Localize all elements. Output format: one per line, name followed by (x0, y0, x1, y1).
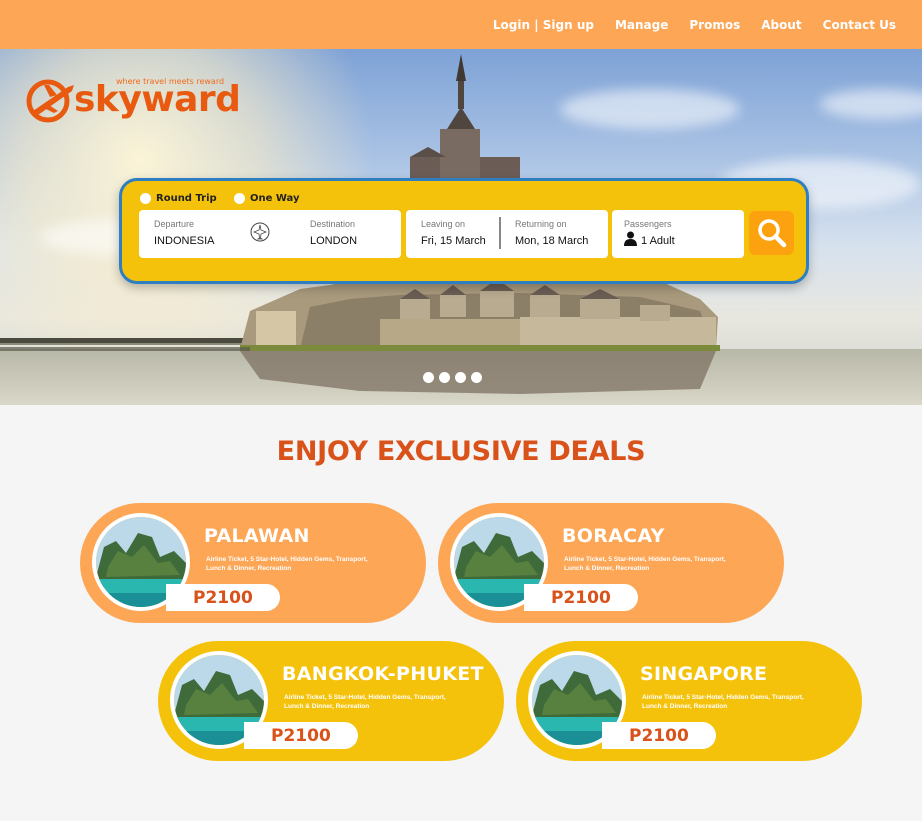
departure-label: Departure (154, 219, 195, 229)
flight-search-panel: Round Trip One Way Departure INDONESIA D… (119, 178, 809, 284)
date-divider (499, 217, 501, 249)
person-icon (624, 231, 637, 246)
deal-name: PALAWAN (204, 525, 310, 547)
deal-price: P2100 (244, 722, 358, 749)
deal-name: BORACAY (562, 525, 665, 547)
logo-wordmark: skyward (74, 79, 241, 120)
deal-name: BANGKOK-PHUKET (282, 663, 484, 685)
carousel-dot[interactable] (423, 372, 434, 383)
swap-plane-icon[interactable] (250, 222, 270, 242)
radio-dot (140, 193, 151, 204)
top-nav: Login | Sign up Manage Promos About Cont… (0, 0, 922, 49)
skyward-logo[interactable]: where travel meets reward skyward (24, 73, 254, 129)
radio-dot (234, 193, 245, 204)
deal-card-singapore[interactable]: SINGAPORE Airline Ticket, 5 Star-Hotel, … (516, 641, 862, 761)
destination-label: Destination (310, 219, 356, 229)
returning-on-input[interactable]: Mon, 18 March (515, 235, 588, 247)
search-icon (757, 219, 786, 248)
nav-login-signup[interactable]: Login | Sign up (493, 18, 594, 32)
passengers-field[interactable]: Passengers 1 Adult (612, 210, 744, 258)
passengers-input: 1 Adult (641, 235, 675, 247)
leaving-on-input[interactable]: Fri, 15 March (421, 235, 486, 247)
carousel-dot[interactable] (455, 372, 466, 383)
carousel-dot[interactable] (471, 372, 482, 383)
deal-description: Airline Ticket, 5 Star-Hotel, Hidden Gem… (564, 556, 726, 572)
deal-price: P2100 (524, 584, 638, 611)
route-field: Departure INDONESIA Destination LONDON (139, 210, 401, 258)
search-button[interactable] (749, 211, 794, 255)
deals-heading: ENJOY EXCLUSIVE DEALS (276, 436, 646, 467)
passengers-label: Passengers (624, 219, 672, 229)
nav-contact-us[interactable]: Contact Us (823, 18, 896, 32)
destination-input[interactable]: LONDON (310, 235, 357, 247)
one-way-radio[interactable]: One Way (234, 193, 300, 204)
round-trip-radio[interactable]: Round Trip (140, 193, 217, 204)
dates-field: Leaving on Fri, 15 March Returning on Mo… (406, 210, 608, 258)
deal-card-bangkok-phuket[interactable]: BANGKOK-PHUKET Airline Ticket, 5 Star-Ho… (158, 641, 504, 761)
leaving-on-label: Leaving on (421, 219, 466, 229)
deal-price: P2100 (166, 584, 280, 611)
round-trip-label: Round Trip (156, 193, 217, 204)
carousel-dots (423, 372, 487, 383)
deal-description: Airline Ticket, 5 Star-Hotel, Hidden Gem… (642, 694, 804, 710)
departure-input[interactable]: INDONESIA (154, 235, 215, 247)
deal-description: Airline Ticket, 5 Star-Hotel, Hidden Gem… (284, 694, 446, 710)
deal-name: SINGAPORE (640, 663, 768, 685)
deal-description: Airline Ticket, 5 Star-Hotel, Hidden Gem… (206, 556, 368, 572)
nav-manage[interactable]: Manage (615, 18, 668, 32)
one-way-label: One Way (250, 193, 300, 204)
plane-logo-icon (26, 79, 74, 123)
deal-card-palawan[interactable]: PALAWAN Airline Ticket, 5 Star-Hotel, Hi… (80, 503, 426, 623)
carousel-dot[interactable] (439, 372, 450, 383)
page: Login | Sign up Manage Promos About Cont… (0, 0, 922, 821)
returning-on-label: Returning on (515, 219, 567, 229)
nav-promos[interactable]: Promos (689, 18, 740, 32)
nav-about[interactable]: About (761, 18, 801, 32)
deal-price: P2100 (602, 722, 716, 749)
deal-card-boracay[interactable]: BORACAY Airline Ticket, 5 Star-Hotel, Hi… (438, 503, 784, 623)
